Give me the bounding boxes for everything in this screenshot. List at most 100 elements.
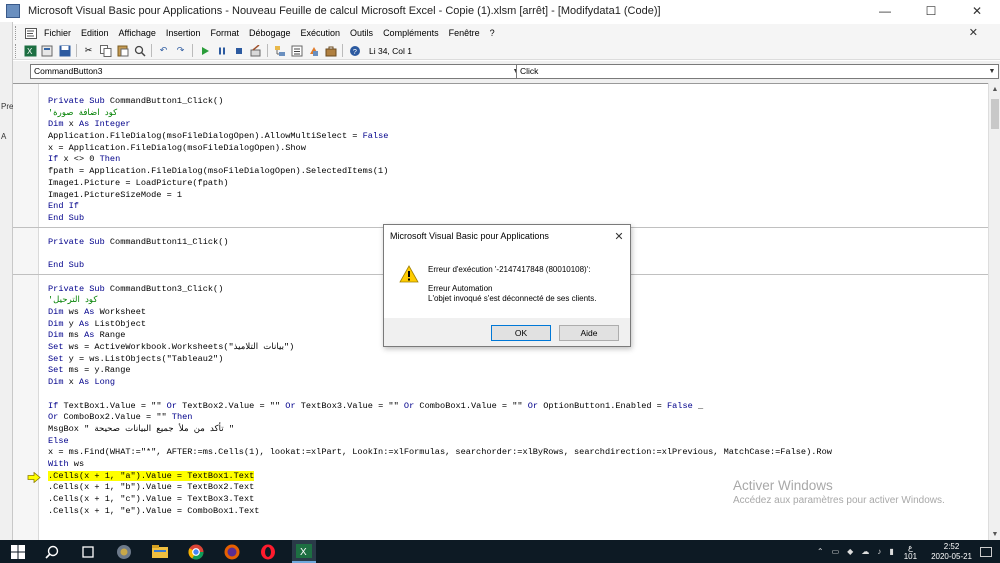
code-line[interactable]: Dim x As Long bbox=[48, 377, 988, 389]
code-token: TextBox3.Value = "" bbox=[295, 400, 404, 411]
menu-fenetre[interactable]: Fenêtre bbox=[444, 28, 485, 38]
menu-outils[interactable]: Outils bbox=[345, 28, 378, 38]
redo-icon[interactable]: ↷ bbox=[174, 44, 188, 57]
code-line[interactable]: End If bbox=[48, 201, 988, 213]
reset-icon[interactable] bbox=[232, 44, 246, 57]
menu-format[interactable]: Format bbox=[205, 28, 244, 38]
cut-icon[interactable]: ✂ bbox=[82, 44, 96, 57]
menu-edition[interactable]: Edition bbox=[76, 28, 114, 38]
design-mode-icon[interactable] bbox=[249, 44, 263, 57]
svg-text:X: X bbox=[27, 47, 33, 56]
chevron-up-icon[interactable]: ⌃ bbox=[817, 547, 824, 556]
procedure-dropdown[interactable]: Click ▼ bbox=[516, 64, 999, 79]
code-keyword: Or bbox=[527, 400, 539, 411]
excel-taskbar-icon[interactable]: X bbox=[292, 540, 316, 563]
code-line[interactable]: With ws bbox=[48, 459, 988, 471]
chevron-down-icon: ▼ bbox=[988, 68, 996, 75]
code-line[interactable]: Dim x As Integer bbox=[48, 119, 988, 131]
volume-icon[interactable]: ♪ bbox=[877, 547, 881, 556]
menu-complements[interactable]: Compléments bbox=[378, 28, 444, 38]
insert-module-icon[interactable] bbox=[41, 44, 55, 57]
gamepad-app-icon[interactable] bbox=[112, 540, 136, 563]
background-excel-strip: Pre A bbox=[0, 22, 13, 540]
help-button[interactable]: Aide bbox=[559, 325, 619, 341]
code-line[interactable]: If TextBox1.Value = "" Or TextBox2.Value… bbox=[48, 401, 988, 413]
dialog-close-button[interactable]: ✕ bbox=[608, 226, 630, 246]
menu-help[interactable]: ? bbox=[485, 28, 500, 38]
clock[interactable]: 2:52 2020-05-21 bbox=[931, 542, 972, 562]
scroll-down-button[interactable]: ▼ bbox=[989, 528, 1000, 540]
search-icon[interactable] bbox=[40, 540, 64, 563]
code-token: _ bbox=[692, 400, 704, 411]
run-icon[interactable] bbox=[198, 44, 212, 57]
code-line[interactable]: Set y = ws.ListObjects("Tableau2") bbox=[48, 354, 988, 366]
keyboard-layout: 101 bbox=[903, 551, 918, 561]
firefox-icon[interactable] bbox=[220, 540, 244, 563]
help-icon[interactable]: ? bbox=[348, 44, 362, 57]
code-keyword: Set bbox=[48, 342, 64, 353]
vertical-scrollbar[interactable]: ▲ ▼ bbox=[988, 83, 1000, 540]
code-token: ws bbox=[63, 307, 85, 317]
menu-affichage[interactable]: Affichage bbox=[114, 28, 161, 38]
code-line[interactable]: fpath = Application.FileDialog(msoFileDi… bbox=[48, 166, 988, 178]
task-view-icon[interactable] bbox=[76, 540, 100, 563]
copy-icon[interactable] bbox=[99, 44, 113, 57]
code-line[interactable]: Image1.PictureSizeMode = 1 bbox=[48, 190, 988, 202]
properties-icon[interactable] bbox=[290, 44, 304, 57]
toolbar-grip[interactable] bbox=[15, 43, 19, 58]
opera-icon[interactable] bbox=[256, 540, 280, 563]
menu-debogage[interactable]: Débogage bbox=[244, 28, 296, 38]
paste-icon[interactable] bbox=[116, 44, 130, 57]
close-button[interactable]: ✕ bbox=[954, 0, 1000, 22]
cloud-icon[interactable]: ☁ bbox=[861, 547, 869, 556]
code-keyword: Then bbox=[99, 154, 121, 165]
execution-pointer-icon bbox=[27, 472, 41, 483]
code-line[interactable]: .Cells(x + 1, "e").Value = ComboBox1.Tex… bbox=[48, 506, 988, 518]
menu-grip[interactable] bbox=[15, 26, 19, 40]
code-keyword: As Integer bbox=[78, 119, 131, 130]
menu-fichier[interactable]: Fichier bbox=[39, 28, 76, 38]
save-icon[interactable] bbox=[58, 44, 72, 57]
code-line[interactable]: Else bbox=[48, 436, 988, 448]
code-line[interactable]: Private Sub CommandButton1_Click() bbox=[48, 96, 988, 108]
minimize-button[interactable]: — bbox=[862, 0, 908, 22]
code-line[interactable]: x = Application.FileDialog(msoFileDialog… bbox=[48, 143, 988, 155]
windows-start-icon[interactable] bbox=[6, 540, 30, 563]
code-line[interactable]: Or ComboBox2.Value = "" Then bbox=[48, 412, 988, 424]
code-line[interactable]: Application.FileDialog(msoFileDialogOpen… bbox=[48, 131, 988, 143]
code-line[interactable]: MsgBox " تأكد من ملأ جميع البيانات صحيحة… bbox=[48, 424, 988, 436]
battery-icon[interactable]: ▮ bbox=[889, 547, 893, 556]
project-explorer-icon[interactable] bbox=[273, 44, 287, 57]
code-token: .Cells(x + 1, "c").Value = TextBox3.Text bbox=[48, 494, 255, 504]
toolbox-icon[interactable] bbox=[324, 44, 338, 57]
code-comment: 'كود اضافة صورة bbox=[48, 107, 118, 118]
object-browser-icon[interactable] bbox=[307, 44, 321, 57]
input-language[interactable]: ع 101 bbox=[904, 543, 917, 561]
code-line[interactable]: End Sub bbox=[48, 213, 988, 225]
object-dropdown[interactable]: CommandButton3 ▼ bbox=[30, 64, 523, 79]
notifications-icon[interactable] bbox=[980, 546, 992, 557]
clock-date: 2020-05-21 bbox=[931, 551, 972, 561]
menu-execution[interactable]: Exécution bbox=[296, 28, 346, 38]
ok-button[interactable]: OK bbox=[491, 325, 551, 341]
code-keyword: Dim bbox=[48, 307, 64, 317]
maximize-button[interactable]: ☐ bbox=[908, 0, 954, 22]
excel-icon[interactable]: X bbox=[24, 44, 38, 57]
code-line[interactable]: Image1.Picture = LoadPicture(fpath) bbox=[48, 178, 988, 190]
file-explorer-icon[interactable] bbox=[148, 540, 172, 563]
code-line[interactable]: x = ms.Find(WHAT:="*", AFTER:=ms.Cells(1… bbox=[48, 447, 988, 459]
code-line[interactable]: 'كود اضافة صورة bbox=[48, 108, 988, 120]
scroll-up-button[interactable]: ▲ bbox=[989, 83, 1000, 95]
code-line[interactable] bbox=[48, 389, 988, 401]
chrome-icon[interactable] bbox=[184, 540, 208, 563]
undo-icon[interactable]: ↶ bbox=[157, 44, 171, 57]
network-icon[interactable]: ▭ bbox=[832, 547, 840, 556]
code-line[interactable]: Set ms = y.Range bbox=[48, 365, 988, 377]
find-icon[interactable] bbox=[133, 44, 147, 57]
code-line[interactable]: If x <> 0 Then bbox=[48, 154, 988, 166]
menu-insertion[interactable]: Insertion bbox=[161, 28, 206, 38]
code-window-close-button[interactable]: ✕ bbox=[969, 26, 978, 39]
break-icon[interactable] bbox=[215, 44, 229, 57]
dropbox-icon[interactable]: ◆ bbox=[847, 547, 853, 556]
scroll-thumb[interactable] bbox=[991, 99, 999, 129]
